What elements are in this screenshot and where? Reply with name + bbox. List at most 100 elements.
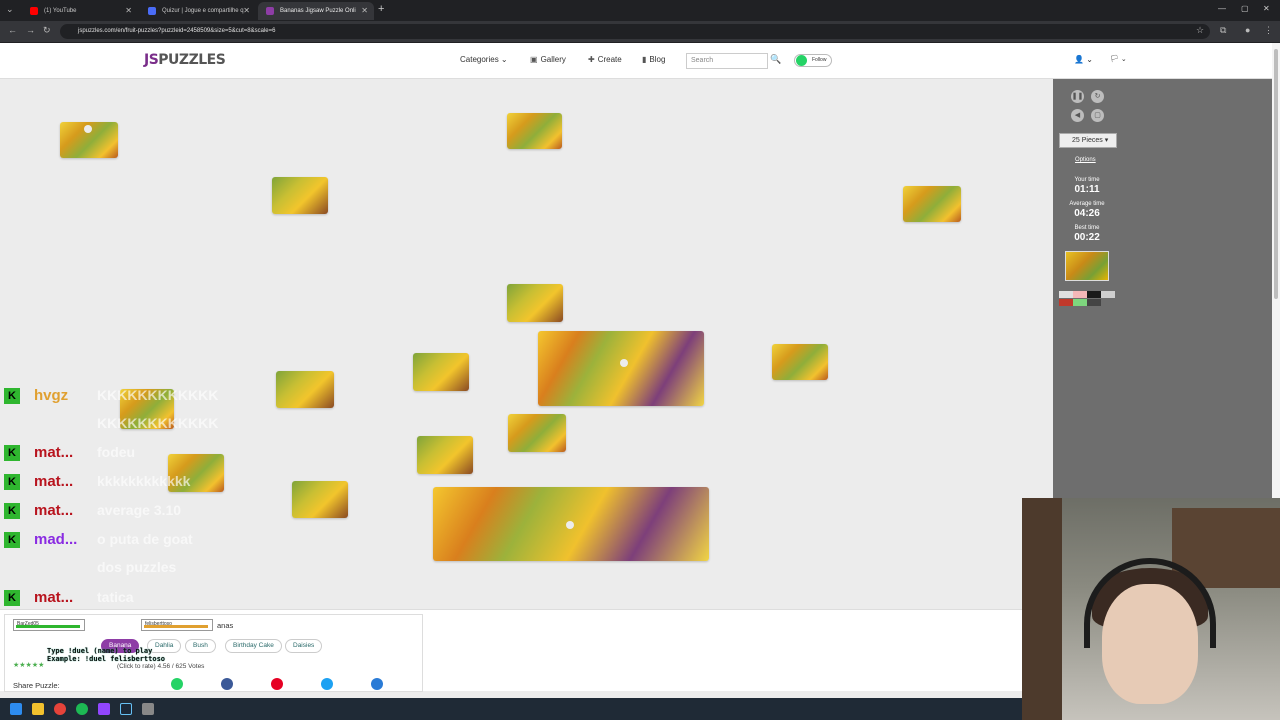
puzzle-title-fragment: anas	[217, 621, 234, 630]
whatsapp-icon	[796, 55, 807, 66]
color-swatch[interactable]	[1073, 291, 1087, 298]
new-tab-icon[interactable]: +	[378, 3, 384, 15]
windows-taskbar	[0, 698, 1022, 720]
average-time-label: Average time	[1069, 201, 1105, 207]
chat-text: tatica	[97, 589, 134, 605]
follow-button[interactable]: Follow	[794, 54, 832, 67]
gallery-icon: ▣	[530, 55, 538, 64]
pause-icon[interactable]: ❚❚	[1071, 90, 1084, 103]
chevron-down-icon: ⌄	[500, 55, 508, 64]
color-swatch[interactable]	[1101, 291, 1115, 298]
puzzle-preview-thumbnail[interactable]	[1065, 251, 1109, 281]
nav-blog[interactable]: ▮ Blog	[642, 55, 665, 64]
extensions-icon[interactable]: ⧉	[1220, 25, 1226, 36]
puzzle-piece[interactable]	[903, 186, 961, 222]
bookmark-star-icon[interactable]: ☆	[1196, 25, 1204, 36]
forward-icon[interactable]: →	[26, 25, 35, 35]
spotify-icon[interactable]	[76, 703, 88, 715]
profile-icon[interactable]: ●	[1245, 25, 1250, 35]
nav-categories[interactable]: Categories ⌄	[460, 55, 508, 64]
chat-text: fodeu	[97, 444, 136, 460]
tab-title: Quizur | Jogue e compartilhe q	[162, 8, 244, 14]
tab-quizur[interactable]: Quizur | Jogue e compartilhe q ✕	[140, 2, 256, 20]
email-share-icon[interactable]	[371, 678, 383, 690]
reload-icon[interactable]: ↻	[43, 25, 51, 36]
color-swatch[interactable]	[1087, 291, 1101, 298]
windows-start-icon[interactable]	[10, 703, 22, 715]
puzzle-piece-group[interactable]	[538, 331, 704, 406]
nav-create-label: Create	[597, 55, 622, 64]
whatsapp-share-icon[interactable]	[171, 678, 183, 690]
logo-part-js: JS	[144, 52, 159, 68]
app-icon[interactable]	[142, 703, 154, 715]
chat-text: dos puzzles	[97, 559, 177, 575]
fullscreen-icon[interactable]: ▢	[1091, 109, 1104, 122]
search-icon[interactable]: 🔍	[770, 54, 781, 65]
duel-command-hint: Type !duel (name) to play Example: !duel…	[47, 647, 165, 663]
close-tab-icon[interactable]: ✕	[243, 2, 250, 20]
flag-icon: 🏳	[1110, 56, 1119, 63]
close-window-icon[interactable]: ✕	[1263, 4, 1270, 13]
color-swatch[interactable]	[1087, 299, 1101, 306]
puzzle-piece[interactable]	[772, 344, 828, 380]
color-swatch[interactable]	[1073, 299, 1087, 306]
tag-pill[interactable]: Bush	[185, 639, 216, 653]
puzzle-piece[interactable]	[508, 414, 566, 452]
puzzle-piece[interactable]	[272, 177, 328, 214]
back-icon[interactable]: ←	[8, 25, 17, 35]
tab-bananas-puzzle[interactable]: Bananas Jigsaw Puzzle Onli ✕	[258, 2, 374, 20]
facebook-share-icon[interactable]	[221, 678, 233, 690]
color-swatch[interactable]	[1059, 299, 1073, 306]
tag-pill[interactable]: Birthday Cake	[225, 639, 282, 653]
your-time-value: 01:11	[1074, 184, 1100, 195]
user-menu[interactable]: 👤 ⌄	[1074, 55, 1093, 64]
options-link[interactable]: Options	[1075, 157, 1096, 163]
browser-tab-bar: ⌄ (1) YouTube ✕ Quizur | Jogue e compart…	[0, 0, 1280, 21]
puzzle-piece[interactable]	[507, 284, 563, 322]
chrome-icon[interactable]	[54, 703, 66, 715]
puzzle-piece[interactable]	[507, 113, 562, 149]
average-time-value: 04:26	[1074, 208, 1100, 219]
close-tab-icon[interactable]: ✕	[361, 2, 368, 20]
chat-username: mat...	[34, 473, 74, 490]
chat-text: o puta de goat	[97, 531, 193, 547]
tab-search-icon[interactable]: ⌄	[6, 4, 14, 15]
url-text: jspuzzles.com/en/fruit-puzzles?puzzleid=…	[78, 28, 276, 34]
address-bar-row: ← → ↻ jspuzzles.com/en/fruit-puzzles?puz…	[0, 21, 1280, 42]
twitter-share-icon[interactable]	[321, 678, 333, 690]
menu-dots-icon[interactable]: ⋮	[1264, 25, 1273, 36]
puzzle-piece[interactable]	[292, 481, 348, 518]
nav-create[interactable]: ✚ Create	[588, 55, 622, 64]
file-explorer-icon[interactable]	[32, 703, 44, 715]
quizur-favicon-icon	[148, 7, 156, 15]
scrollbar-thumb[interactable]	[1274, 49, 1278, 299]
puzzle-piece[interactable]	[417, 436, 473, 474]
close-tab-icon[interactable]: ✕	[125, 2, 132, 20]
language-menu[interactable]: 🏳 ⌄	[1110, 55, 1127, 63]
search-input[interactable]: Search	[686, 53, 768, 69]
color-swatch[interactable]	[1059, 291, 1073, 298]
rating-stars[interactable]: ★★★★★	[13, 661, 44, 669]
site-header: JSPUZZLES Categories ⌄ ▣ Gallery ✚ Create …	[0, 43, 1272, 79]
chat-username: mat...	[34, 444, 74, 461]
piece-hole	[566, 521, 574, 529]
user-icon: 👤	[1074, 55, 1084, 64]
site-logo[interactable]: JSPUZZLES	[144, 52, 226, 68]
plus-icon: ✚	[588, 55, 595, 64]
pieces-dropdown[interactable]: 25 Pieces ▾	[1059, 133, 1117, 148]
url-field[interactable]: jspuzzles.com/en/fruit-puzzles?puzzleid=…	[60, 24, 1210, 39]
obs-icon[interactable]	[98, 703, 110, 715]
minimize-icon[interactable]: —	[1218, 4, 1226, 13]
nav-gallery[interactable]: ▣ Gallery	[530, 55, 566, 64]
steam-icon[interactable]	[120, 703, 132, 715]
puzzle-piece[interactable]	[276, 371, 334, 408]
pinterest-share-icon[interactable]	[271, 678, 283, 690]
chat-text: KKKKKKKKKKKK	[97, 415, 219, 431]
tab-youtube[interactable]: (1) YouTube ✕	[22, 2, 138, 20]
puzzle-piece[interactable]	[413, 353, 469, 391]
tag-pill[interactable]: Daisies	[285, 639, 323, 653]
your-time-label: Your time	[1074, 177, 1100, 183]
maximize-icon[interactable]: ▢	[1241, 4, 1249, 13]
sound-icon[interactable]: ◀	[1071, 109, 1084, 122]
restart-icon[interactable]: ↻	[1091, 90, 1104, 103]
